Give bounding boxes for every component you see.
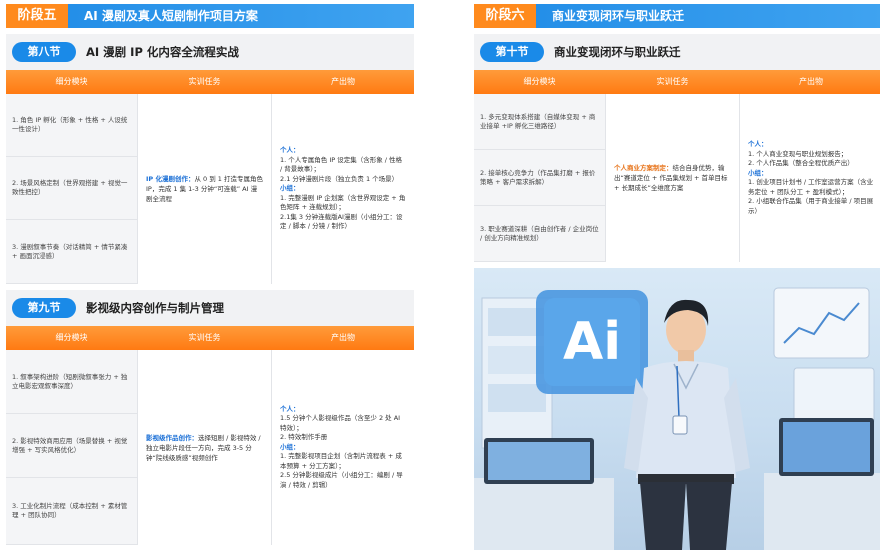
module-cell: 3. 漫剧叙事节奏（对话精简 + 情节紧凑 + 画面沉浸感） xyxy=(6,220,137,284)
header-module: 细分模块 xyxy=(523,77,556,86)
task-highlight: IP 化漫剧创作： xyxy=(146,175,195,183)
output-item: 1. 完整漫剧 IP 企划案（含世界观设定 + 角色矩阵 + 连载规划）； xyxy=(280,193,406,212)
output-item: 1.5 分钟个人影视级作品（含至少 2 处 AI 特效）； xyxy=(280,414,401,432)
task-cell: IP 化漫剧创作：从 0 到 1 打造专属角色 IP，完成 1 集 1-3 分钟… xyxy=(137,94,272,284)
task-cell: 影视级作品创作：选择短剧 / 影视特效 / 独立电影片段任一方向，完成 3-5 … xyxy=(137,350,272,545)
section-title: AI 漫剧 IP 化内容全流程实战 xyxy=(86,45,239,59)
header-module: 细分模块 xyxy=(55,333,88,342)
curriculum-table: 细分模块 实训任务 产出物 1. 角色 IP 孵化（形象 + 性格 + 人设统一… xyxy=(6,70,414,284)
illustration-scene xyxy=(474,287,880,550)
section-title: 商业变现闭环与职业跃迁 xyxy=(554,45,681,59)
stage-tag: 阶段六 xyxy=(474,4,536,28)
output-item: 2.1 分钟漫剧片段（独立负责 1 个场景） xyxy=(280,174,399,183)
section-tag: 第十节 xyxy=(480,42,544,62)
stage-title: AI 漫剧及真人短剧制作项目方案 xyxy=(84,9,258,23)
table-header: 细分模块 实训任务 产出物 xyxy=(6,70,414,94)
output-cell: 个人： 1.5 分钟个人影视级作品（含至少 2 处 AI 特效）； 2. 特效制作手… xyxy=(272,350,414,545)
output-list: 个人： 1. 个人专属角色 IP 设定集（含形象 / 性格 / 背景故事）； 2.1… xyxy=(280,146,406,232)
module-cell: 3. 工业化制片流程（成本控制 + 素材管理 + 团队协同） xyxy=(6,478,137,545)
header-task: 实训任务 xyxy=(656,77,689,86)
stage-banner: 阶段五 AI 漫剧及真人短剧制作项目方案 xyxy=(6,4,414,28)
output-item: 2. 特效制作手册 xyxy=(280,433,328,442)
header-module: 细分模块 xyxy=(55,77,88,86)
output-cell: 个人： 1. 个人专属角色 IP 设定集（含形象 / 性格 / 背景故事）； 2.1… xyxy=(272,94,414,284)
module-cell: 3. 职业赛道深耕（自由创作者 / 企业岗位 / 创业方向精准规划） xyxy=(474,206,605,262)
table-header: 细分模块 实训任务 产出物 xyxy=(6,326,414,350)
module-cell: 2. 场景风格定制（世界观搭建 + 视觉一致性把控） xyxy=(6,157,137,220)
section-tag: 第八节 xyxy=(12,42,76,62)
left-page: 阶段五 AI 漫剧及真人短剧制作项目方案 第八节 AI 漫剧 IP 化内容全流程… xyxy=(6,0,414,550)
output-group-label: 小组： xyxy=(748,168,768,177)
output-item: 2.1集 3 分钟连载版AI漫剧（小组分工：设定 / 脚本 / 分镜 / 制作） xyxy=(280,212,403,231)
header-task: 实训任务 xyxy=(188,77,221,86)
table-header: 细分模块 实训任务 产出物 xyxy=(474,70,880,94)
module-cell: 2. 接单核心竞争力（作品集打磨 + 报价策略 + 客户需求拆解） xyxy=(474,150,605,206)
output-group-label: 小组： xyxy=(280,184,300,193)
module-cell: 1. 叙事架构进阶（短剧微叙事张力 + 独立电影宏观叙事深度） xyxy=(6,350,137,414)
section-eight: 第八节 AI 漫剧 IP 化内容全流程实战 细分模块 实训任务 产出物 1. 角… xyxy=(6,34,414,284)
header-task: 实训任务 xyxy=(188,333,221,342)
illustration-ai-professional: Ai xyxy=(474,268,880,550)
output-item: 1. 个人商业变现与职业规划报告； xyxy=(748,149,848,158)
output-group-label: 个人： xyxy=(280,146,300,155)
header-output: 产出物 xyxy=(331,333,355,342)
output-item: 1. 个人专属角色 IP 设定集（含形象 / 性格 / 背景故事）； xyxy=(280,155,403,174)
output-item: 1. 完整影视项目企划（含制片流程表 + 成本预算 + 分工方案）； xyxy=(280,452,402,470)
task-cell: 个人商业方案制定：结合自身优势，输出“赛道定位 + 作品集规划 + 首单目标 +… xyxy=(605,94,740,262)
section-title: 影视级内容创作与制片管理 xyxy=(86,301,224,315)
curriculum-table: 细分模块 实训任务 产出物 1. 叙事架构进阶（短剧微叙事张力 + 独立电影宏观… xyxy=(6,326,414,545)
output-item: 1. 创业项目计划书 / 工作室运营方案（含业务定位 + 团队分工 + 盈利模式… xyxy=(748,178,874,196)
section-header: 第十节 商业变现闭环与职业跃迁 xyxy=(474,34,880,70)
header-output: 产出物 xyxy=(799,77,823,86)
output-item: 2. 个人作品集（整合全程优质产出） xyxy=(748,159,854,167)
section-header: 第九节 影视级内容创作与制片管理 xyxy=(6,290,414,326)
output-group-label: 个人： xyxy=(280,404,300,413)
stage-tag: 阶段五 xyxy=(6,4,68,28)
section-ten: 第十节 商业变现闭环与职业跃迁 细分模块 实训任务 产出物 1. 多元变现体系搭… xyxy=(474,34,880,262)
output-cell: 个人： 1. 个人商业变现与职业规划报告； 2. 个人作品集（整合全程优质产出） 小组… xyxy=(740,94,880,262)
task-highlight: 个人商业方案制定： xyxy=(614,164,673,172)
module-cell: 2. 影视特效商用应用（场景替换 + 视觉增强 + 写实风格优化） xyxy=(6,414,137,478)
output-list: 个人： 1.5 分钟个人影视级作品（含至少 2 处 AI 特效）； 2. 特效制作手… xyxy=(280,405,406,491)
module-cell: 1. 角色 IP 孵化（形象 + 性格 + 人设统一性设计） xyxy=(6,94,137,157)
output-item: 2.5 分钟影视级成片（小组分工：编剧 / 导演 / 特效 / 剪辑） xyxy=(280,471,403,489)
section-nine: 第九节 影视级内容创作与制片管理 细分模块 实训任务 产出物 1. 叙事架构进阶… xyxy=(6,290,414,545)
curriculum-table: 细分模块 实训任务 产出物 1. 多元变现体系搭建（自媒体变现 + 商业接单 +… xyxy=(474,70,880,262)
stage-title: 商业变现闭环与职业跃迁 xyxy=(552,9,685,23)
task-highlight: 影视级作品创作： xyxy=(146,433,198,442)
output-group-label: 个人： xyxy=(748,140,768,148)
output-list: 个人： 1. 个人商业变现与职业规划报告； 2. 个人作品集（整合全程优质产出） 小组… xyxy=(748,140,874,216)
module-cell: 1. 多元变现体系搭建（自媒体变现 + 商业接单 +IP 孵化三维路径） xyxy=(474,94,605,150)
section-tag: 第九节 xyxy=(12,298,76,318)
stage-banner: 阶段六 商业变现闭环与职业跃迁 xyxy=(474,4,880,28)
section-header: 第八节 AI 漫剧 IP 化内容全流程实战 xyxy=(6,34,414,70)
header-output: 产出物 xyxy=(331,77,355,86)
ai-logo-text: Ai xyxy=(562,312,622,372)
output-group-label: 小组： xyxy=(280,442,300,451)
output-item: 2. 小组联合作品集（用于商业接单 / 项目展示） xyxy=(748,197,874,215)
